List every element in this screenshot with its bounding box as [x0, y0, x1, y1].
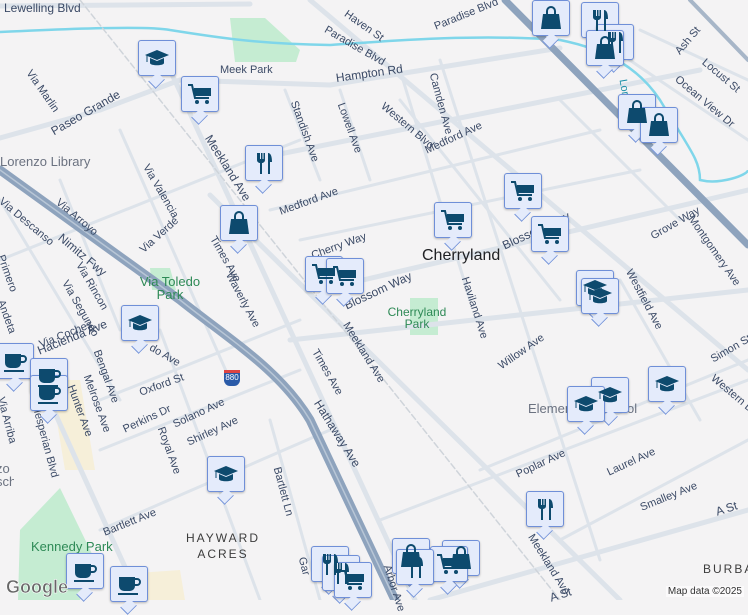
fork-knife-icon [251, 150, 277, 176]
street-label: Lewelling Blvd [4, 1, 81, 15]
map-attribution[interactable]: Map data ©2025 [665, 586, 744, 597]
shopping-cart-icon [340, 567, 366, 593]
coffee-cup-icon [2, 348, 28, 374]
park-label: Cherryland Park [387, 305, 447, 331]
school-marker[interactable] [648, 366, 686, 402]
park-label: Meek Park [220, 64, 273, 76]
place-burbank: BURBA [703, 562, 748, 576]
place-hayward-acres: HAYWARD ACRES [186, 531, 260, 561]
school-label-2: zo school [0, 462, 14, 488]
cafe-marker[interactable] [110, 566, 148, 602]
shopping-cart-icon [332, 263, 358, 289]
shopping-marker[interactable] [532, 0, 570, 36]
interstate-880-shield: 880 [224, 370, 240, 386]
google-logo[interactable]: Google [6, 577, 69, 598]
cafe-marker[interactable] [30, 375, 68, 411]
shopping-bag-icon [538, 5, 564, 31]
library-label: Lorenzo Library [0, 154, 91, 169]
graduation-cap-icon [587, 283, 613, 309]
graduation-cap-icon [213, 461, 239, 487]
restaurant-marker[interactable] [396, 549, 434, 585]
graduation-cap-icon [597, 382, 623, 408]
shopping-bag-icon [592, 35, 618, 61]
grocery-marker[interactable] [334, 562, 372, 598]
shopping-cart-icon [187, 81, 213, 107]
graduation-cap-icon [573, 391, 599, 417]
grocery-marker[interactable] [504, 173, 542, 209]
shopping-cart-icon [440, 207, 466, 233]
cafe-marker[interactable] [0, 343, 34, 379]
cafe-marker[interactable] [66, 553, 104, 589]
shopping-bag-icon [226, 210, 252, 236]
shopping-bag-icon [646, 112, 672, 138]
grocery-marker[interactable] [181, 76, 219, 112]
park-label: Via Toledo Park [139, 274, 201, 302]
coffee-cup-icon [116, 571, 142, 597]
school-marker[interactable] [581, 278, 619, 314]
restaurant-marker[interactable] [245, 145, 283, 181]
grocery-marker[interactable] [531, 216, 569, 252]
park-label: Kennedy Park [31, 539, 113, 554]
school-marker[interactable] [207, 456, 245, 492]
coffee-cup-icon [72, 558, 98, 584]
fork-knife-icon [402, 554, 428, 580]
shopping-marker[interactable] [220, 205, 258, 241]
shopping-cart-icon [510, 178, 536, 204]
restaurant-marker[interactable] [526, 491, 564, 527]
grocery-marker[interactable] [434, 202, 472, 238]
shopping-cart-icon [436, 551, 462, 577]
school-marker[interactable] [121, 305, 159, 341]
graduation-cap-icon [144, 45, 170, 71]
place-cherryland: Cherryland [422, 247, 501, 264]
graduation-cap-icon [654, 371, 680, 397]
grocery-marker[interactable] [326, 258, 364, 294]
school-marker[interactable] [138, 40, 176, 76]
fork-knife-icon [532, 496, 558, 522]
shopping-marker[interactable] [640, 107, 678, 143]
coffee-cup-icon [36, 380, 62, 406]
shopping-cart-icon [537, 221, 563, 247]
graduation-cap-icon [127, 310, 153, 336]
